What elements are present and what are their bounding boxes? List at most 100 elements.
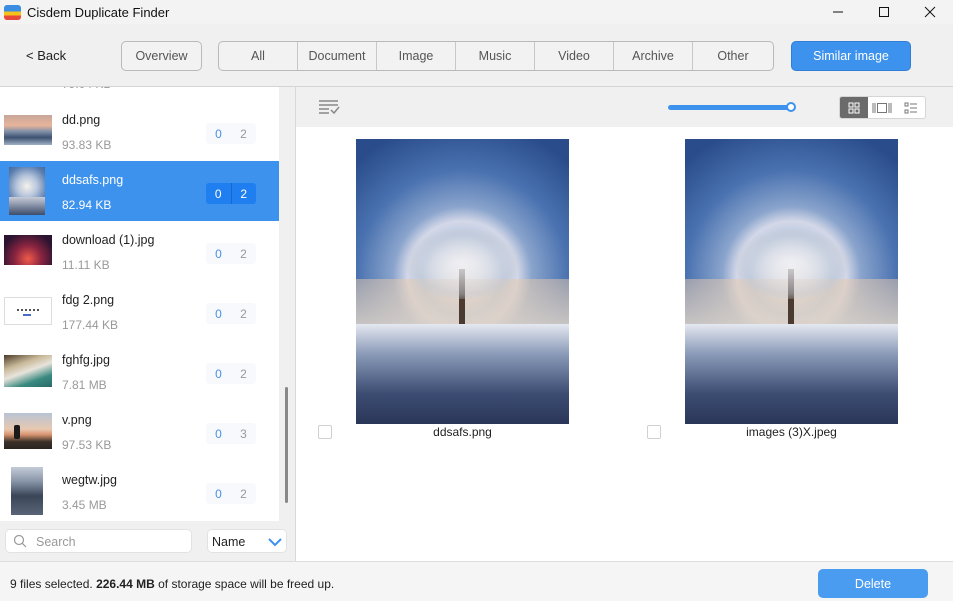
minimize-icon [833, 11, 843, 13]
card-file-name: images (3)X.jpeg [746, 425, 837, 439]
tab-music[interactable]: Music [456, 42, 535, 70]
delete-button[interactable]: Delete [818, 569, 928, 598]
image-snowfield [685, 324, 898, 424]
grid-icon [848, 102, 860, 113]
image-snowfield [356, 324, 569, 424]
list-item[interactable]: download (1).jpg 11.11 KB 0 2 [0, 221, 279, 281]
file-thumbnail [4, 235, 52, 265]
file-size: 79.04 KB [62, 87, 111, 91]
preview-panel: ddsafs.png images (3)X.jpeg [296, 86, 953, 561]
card-checkbox[interactable] [647, 425, 661, 439]
sort-select[interactable]: Name [207, 529, 287, 553]
total-count: 2 [240, 126, 247, 141]
file-name: ddsafs.png [62, 173, 124, 187]
image-preview-card[interactable] [685, 139, 898, 424]
maximize-icon [879, 7, 889, 17]
preview-toolbar [296, 86, 953, 127]
app-title: Cisdem Duplicate Finder [27, 4, 170, 20]
list-item[interactable]: v.png 97.53 KB 0 3 [0, 401, 279, 461]
file-size: 82.94 KB [62, 198, 112, 212]
file-list-panel: 79.04 KB dd.png 93.83 KB 0 2 ddsafs.png … [0, 86, 296, 562]
close-button[interactable] [907, 0, 953, 24]
file-thumbnail [4, 355, 52, 387]
file-size: 97.53 KB [62, 438, 112, 452]
selected-suffix: files selected. [16, 577, 97, 591]
selected-count: 0 [215, 126, 222, 141]
file-size: 93.83 KB [62, 138, 112, 152]
selected-count: 0 [215, 306, 222, 321]
app-logo-icon [4, 4, 21, 20]
file-name: dd.png [62, 113, 101, 127]
file-name: v.png [62, 413, 92, 427]
card-file-name: ddsafs.png [433, 425, 492, 439]
compare-view-button[interactable] [868, 97, 896, 118]
list-item-selected[interactable]: ddsafs.png 82.94 KB 0 2 [0, 161, 279, 221]
duplicate-count-badge: 0 2 [206, 123, 256, 144]
duplicate-count-badge: 0 2 [206, 363, 256, 384]
selected-count: 0 [215, 426, 222, 441]
file-name: wegtw.jpg [62, 473, 117, 487]
selected-count: 0 [215, 246, 222, 261]
freed-space: 226.44 MB [96, 577, 155, 591]
tab-image[interactable]: Image [377, 42, 456, 70]
list-item[interactable]: fdg 2.png 177.44 KB 0 2 [0, 281, 279, 341]
selected-count: 9 [10, 577, 17, 591]
window-controls [815, 0, 953, 24]
total-count: 2 [240, 306, 247, 321]
list-view-button[interactable] [897, 97, 925, 118]
total-count: 2 [240, 366, 247, 381]
sort-value: Name [212, 535, 246, 549]
status-text: 9 files selected. 226.44 MB of storage s… [10, 577, 334, 591]
chevron-down-icon [268, 538, 282, 547]
duplicate-count-badge: 0 2 [206, 243, 256, 264]
file-name: fdg 2.png [62, 293, 115, 307]
minimize-button[interactable] [815, 0, 861, 24]
file-list[interactable]: 79.04 KB dd.png 93.83 KB 0 2 ddsafs.png … [0, 87, 279, 521]
total-count: 2 [240, 486, 247, 501]
close-icon [924, 6, 936, 18]
selected-count: 0 [215, 486, 222, 501]
search-box [5, 529, 192, 553]
tab-all[interactable]: All [219, 42, 298, 70]
list-scrollbar[interactable] [285, 387, 288, 503]
list-item[interactable]: fghfg.jpg 7.81 MB 0 2 [0, 341, 279, 401]
file-thumbnail [4, 297, 52, 325]
file-name: fghfg.jpg [62, 353, 110, 367]
tab-video[interactable]: Video [535, 42, 614, 70]
list-item-partial[interactable]: 79.04 KB [0, 87, 279, 97]
duplicate-count-badge: 0 2 [206, 303, 256, 324]
similar-image-button[interactable]: Similar image [791, 41, 911, 71]
search-input[interactable] [36, 533, 186, 550]
file-thumbnail [4, 413, 52, 449]
thumbnail-size-slider[interactable] [668, 101, 796, 113]
total-count: 2 [230, 183, 257, 204]
duplicate-count-badge: 0 3 [206, 423, 256, 444]
card-checkbox[interactable] [318, 425, 332, 439]
image-preview-card[interactable] [356, 139, 569, 424]
file-thumbnail [9, 167, 45, 215]
list-item[interactable]: dd.png 93.83 KB 0 2 [0, 101, 279, 161]
overview-button[interactable]: Overview [121, 41, 202, 71]
slider-thumb[interactable] [786, 102, 796, 112]
search-icon [13, 534, 27, 548]
tab-document[interactable]: Document [298, 42, 377, 70]
total-count: 2 [240, 246, 247, 261]
tab-other[interactable]: Other [693, 42, 773, 70]
total-count: 3 [240, 426, 247, 441]
image-tree-crown [406, 229, 519, 299]
main-toolbar: < Back Overview All Document Image Music… [0, 24, 953, 86]
file-size: 3.45 MB [62, 498, 107, 512]
tab-archive[interactable]: Archive [614, 42, 693, 70]
file-thumbnail [4, 115, 52, 145]
duplicate-count-badge: 0 2 [206, 483, 256, 504]
list-item[interactable]: wegtw.jpg 3.45 MB 0 2 [0, 461, 279, 521]
status-footer: 9 files selected. 226.44 MB of storage s… [0, 561, 953, 601]
select-list-icon[interactable] [318, 99, 340, 115]
grid-view-button[interactable] [840, 97, 869, 118]
file-thumbnail [11, 467, 43, 515]
selected-count: 0 [214, 186, 222, 201]
file-size: 177.44 KB [62, 318, 119, 332]
maximize-button[interactable] [861, 0, 907, 24]
back-button[interactable]: < Back [26, 48, 66, 63]
image-tree-crown [735, 229, 848, 299]
